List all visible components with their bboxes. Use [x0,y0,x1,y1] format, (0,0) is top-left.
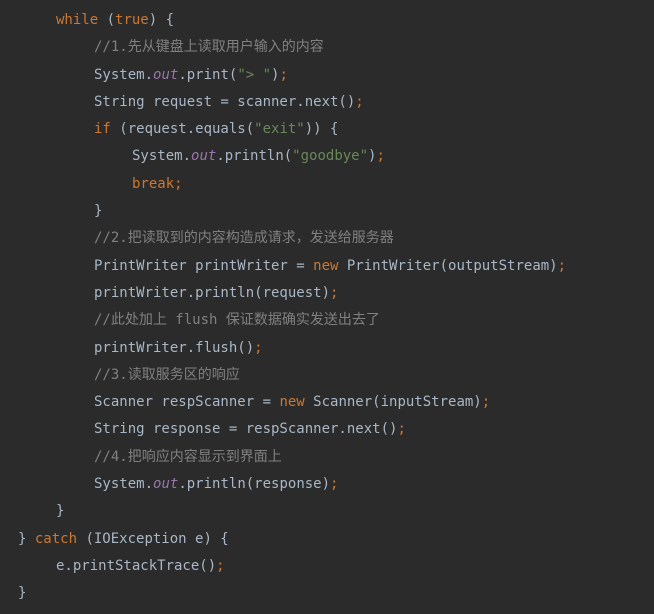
code-text: //3.读取服务区的响应 [18,367,240,383]
code-line[interactable]: String request = scanner.next(); [18,89,654,116]
token-ident: String request = scanner.next() [94,94,355,110]
code-text: System.out.println(response); [18,476,338,492]
token-kw: ; [216,558,224,574]
code-text: if (request.equals("exit")) { [18,121,338,137]
code-text: //此处加上 flush 保证数据确实发送出去了 [18,312,380,328]
code-text: System.out.print("> "); [18,67,288,83]
code-text: while (true) { [18,12,174,28]
code-line[interactable]: PrintWriter printWriter = new PrintWrite… [18,253,654,280]
token-ident: System. [132,148,191,164]
code-text: printWriter.flush(); [18,340,263,356]
token-kw: ; [279,67,287,83]
token-str: "goodbye" [292,148,368,164]
token-kw: ; [330,476,338,492]
token-cmt: //此处加上 flush 保证数据确实发送出去了 [94,312,380,328]
token-ident: System. [94,476,153,492]
token-kw: new [313,258,338,274]
code-line[interactable]: if (request.equals("exit")) { [18,116,654,143]
code-text: Scanner respScanner = new Scanner(inputS… [18,394,490,410]
code-line[interactable]: //4.把响应内容显示到界面上 [18,444,654,471]
token-ident: .print( [178,67,237,83]
token-kw: ; [482,394,490,410]
code-text: e.printStackTrace(); [18,558,225,574]
code-text: } [18,503,64,519]
token-ident: )) { [305,121,339,137]
token-ident: PrintWriter printWriter = [94,258,313,274]
token-ident: } [18,585,26,601]
token-cmt: //2.把读取到的内容构造成请求，发送给服务器 [94,230,394,246]
token-kw: ; [355,94,363,110]
token-ident: String response = respScanner.next() [94,421,397,437]
code-line[interactable]: //2.把读取到的内容构造成请求，发送给服务器 [18,225,654,252]
code-line[interactable]: while (true) { [18,7,654,34]
token-ident: System. [94,67,153,83]
code-text: } [18,585,26,601]
token-ident: e.printStackTrace() [56,558,216,574]
token-ident: .println(response) [178,476,330,492]
token-punct: ( [98,12,115,28]
token-punct: ) { [149,12,174,28]
token-kw: break; [132,176,183,192]
code-text: //2.把读取到的内容构造成请求，发送给服务器 [18,230,394,246]
code-line[interactable]: } [18,198,654,225]
token-field: out [153,67,178,83]
code-text: printWriter.println(request); [18,285,338,301]
code-line[interactable]: String response = respScanner.next(); [18,416,654,443]
code-text: String request = scanner.next(); [18,94,364,110]
token-ident: Scanner respScanner = [94,394,279,410]
token-ident: Scanner(inputStream) [305,394,482,410]
code-text: //1.先从键盘上读取用户输入的内容 [18,39,324,55]
token-ident: PrintWriter(outputStream) [338,258,557,274]
code-line[interactable]: //此处加上 flush 保证数据确实发送出去了 [18,307,654,334]
token-kw: ; [330,285,338,301]
code-line[interactable]: } [18,580,654,607]
code-line[interactable]: Scanner respScanner = new Scanner(inputS… [18,389,654,416]
code-line[interactable]: System.out.println("goodbye"); [18,143,654,170]
code-editor[interactable]: while (true) {//1.先从键盘上读取用户输入的内容System.o… [0,7,654,608]
code-text: } [18,203,102,219]
token-kw: ; [254,340,262,356]
token-cmt: //3.读取服务区的响应 [94,367,240,383]
token-ident: } [56,503,64,519]
code-line[interactable]: } catch (IOException e) { [18,526,654,553]
code-line[interactable]: System.out.println(response); [18,471,654,498]
token-kw: new [279,394,304,410]
code-line[interactable]: printWriter.println(request); [18,280,654,307]
token-cmt: //1.先从键盘上读取用户输入的内容 [94,39,324,55]
token-ident: .println( [216,148,292,164]
token-kw: if [94,121,111,137]
code-line[interactable]: //3.读取服务区的响应 [18,362,654,389]
token-ident: } [94,203,102,219]
token-ident: } [18,531,35,547]
code-line[interactable]: printWriter.flush(); [18,335,654,362]
token-str: "exit" [254,121,305,137]
code-line[interactable]: } [18,498,654,525]
token-ident: (IOException e) { [77,531,229,547]
code-text: } catch (IOException e) { [18,531,229,547]
token-kw: while [56,12,98,28]
token-ident: printWriter.flush() [94,340,254,356]
token-ident: (request.equals( [111,121,254,137]
token-kw: true [115,12,149,28]
token-kw: catch [35,531,77,547]
code-text: PrintWriter printWriter = new PrintWrite… [18,258,566,274]
token-str: "> " [237,67,271,83]
code-line[interactable]: e.printStackTrace(); [18,553,654,580]
code-text: System.out.println("goodbye"); [18,148,385,164]
token-kw: ; [397,421,405,437]
code-line[interactable]: break; [18,171,654,198]
token-field: out [153,476,178,492]
code-line[interactable]: //1.先从键盘上读取用户输入的内容 [18,34,654,61]
code-line[interactable]: System.out.print("> "); [18,62,654,89]
token-kw: ; [558,258,566,274]
code-text: String response = respScanner.next(); [18,421,406,437]
token-field: out [191,148,216,164]
token-cmt: //4.把响应内容显示到界面上 [94,449,282,465]
code-text: break; [18,176,183,192]
token-ident: printWriter.println(request) [94,285,330,301]
token-kw: ; [376,148,384,164]
code-text: //4.把响应内容显示到界面上 [18,449,282,465]
